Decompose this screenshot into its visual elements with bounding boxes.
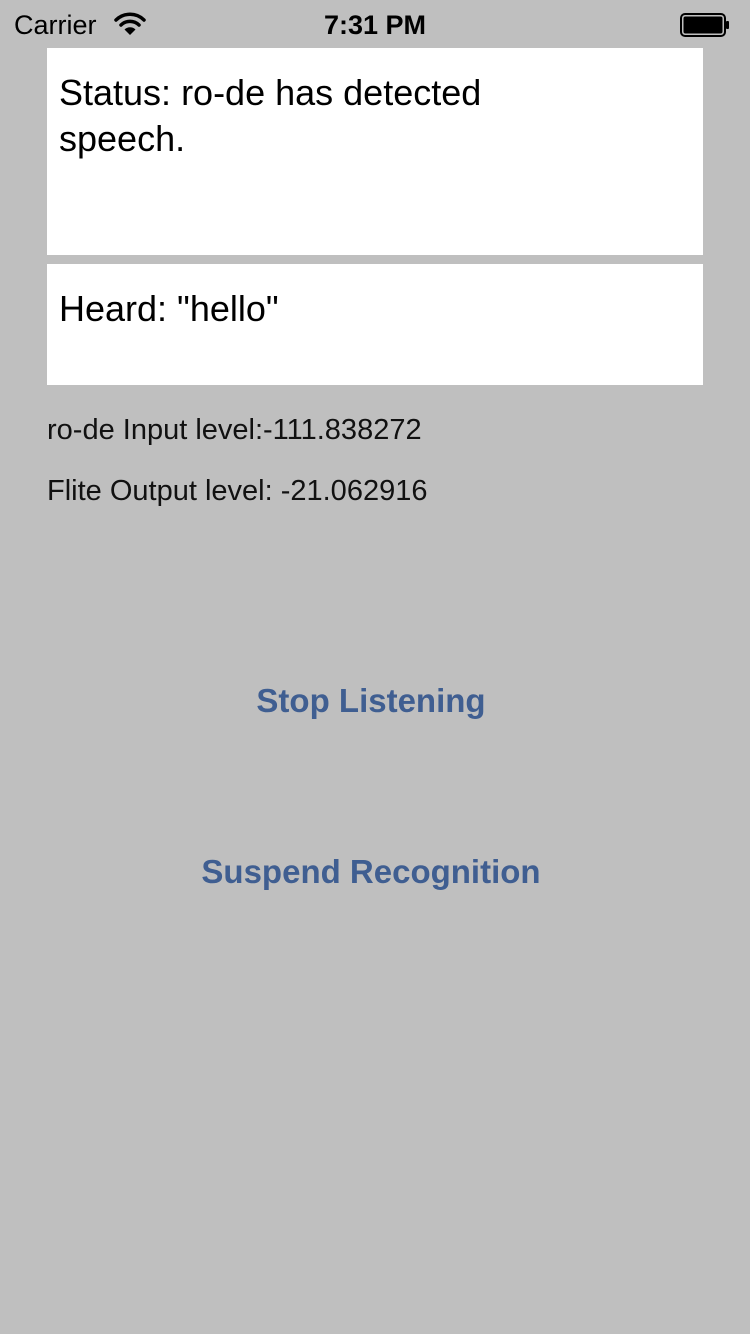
- status-message: Status: ro-de has detected speech.: [59, 72, 482, 159]
- status-time: 7:31 PM: [323, 10, 427, 40]
- heard-message: Heard: "hello": [59, 288, 279, 329]
- heard-text-view[interactable]: Heard: "hello": [47, 264, 703, 385]
- status-text-view[interactable]: Status: ro-de has detected speech.: [47, 48, 703, 255]
- battery-icon: [680, 13, 729, 37]
- output-level-label: Flite Output level: -21.062916: [47, 475, 428, 507]
- status-bar: Carrier 7:31 PM: [0, 0, 750, 48]
- suspend-recognition-button[interactable]: Suspend Recognition: [0, 852, 746, 892]
- input-level-label: ro-de Input level:-111.838272: [47, 414, 422, 446]
- stop-listening-button[interactable]: Stop Listening: [0, 681, 746, 721]
